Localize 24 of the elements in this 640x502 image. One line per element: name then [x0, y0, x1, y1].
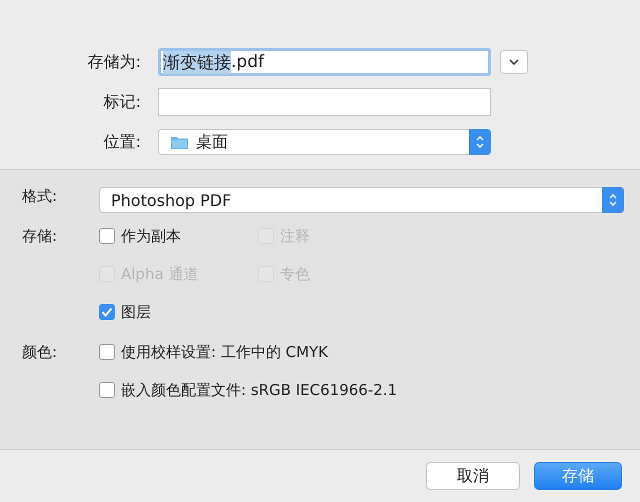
chevron-down-icon: [509, 59, 519, 65]
checkbox[interactable]: [99, 304, 115, 320]
file-name-field[interactable]: 渐变链接.pdf: [158, 48, 491, 76]
section-label: 存储:: [22, 226, 58, 247]
format-dropdown[interactable]: Photoshop PDF: [99, 187, 624, 213]
stepper-icon: [602, 187, 624, 213]
checkbox-option[interactable]: 嵌入颜色配置文件: sRGB IEC61966-2.1: [99, 379, 398, 401]
checkbox[interactable]: [99, 382, 115, 398]
field-label: 位置:: [102, 132, 142, 152]
section-label: 颜色:: [22, 342, 58, 363]
checkbox-option[interactable]: 作为副本: [99, 225, 181, 247]
field-label: 标记:: [102, 92, 142, 112]
expand-button[interactable]: [500, 50, 528, 74]
field-label: 存储为:: [86, 52, 142, 72]
folder-icon: [171, 136, 188, 148]
cancel-button[interactable]: 取消: [426, 462, 520, 490]
checkbox[interactable]: [99, 228, 115, 244]
checkbox[interactable]: [99, 344, 115, 360]
stepper-icon: [469, 129, 491, 155]
tags-field[interactable]: [158, 88, 491, 116]
section-label: 格式:: [22, 187, 58, 207]
checkbox-option[interactable]: 图层: [99, 301, 151, 323]
location-dropdown[interactable]: 桌面: [158, 129, 491, 155]
checkbox-option[interactable]: 使用校样设置: 工作中的 CMYK: [99, 341, 328, 363]
